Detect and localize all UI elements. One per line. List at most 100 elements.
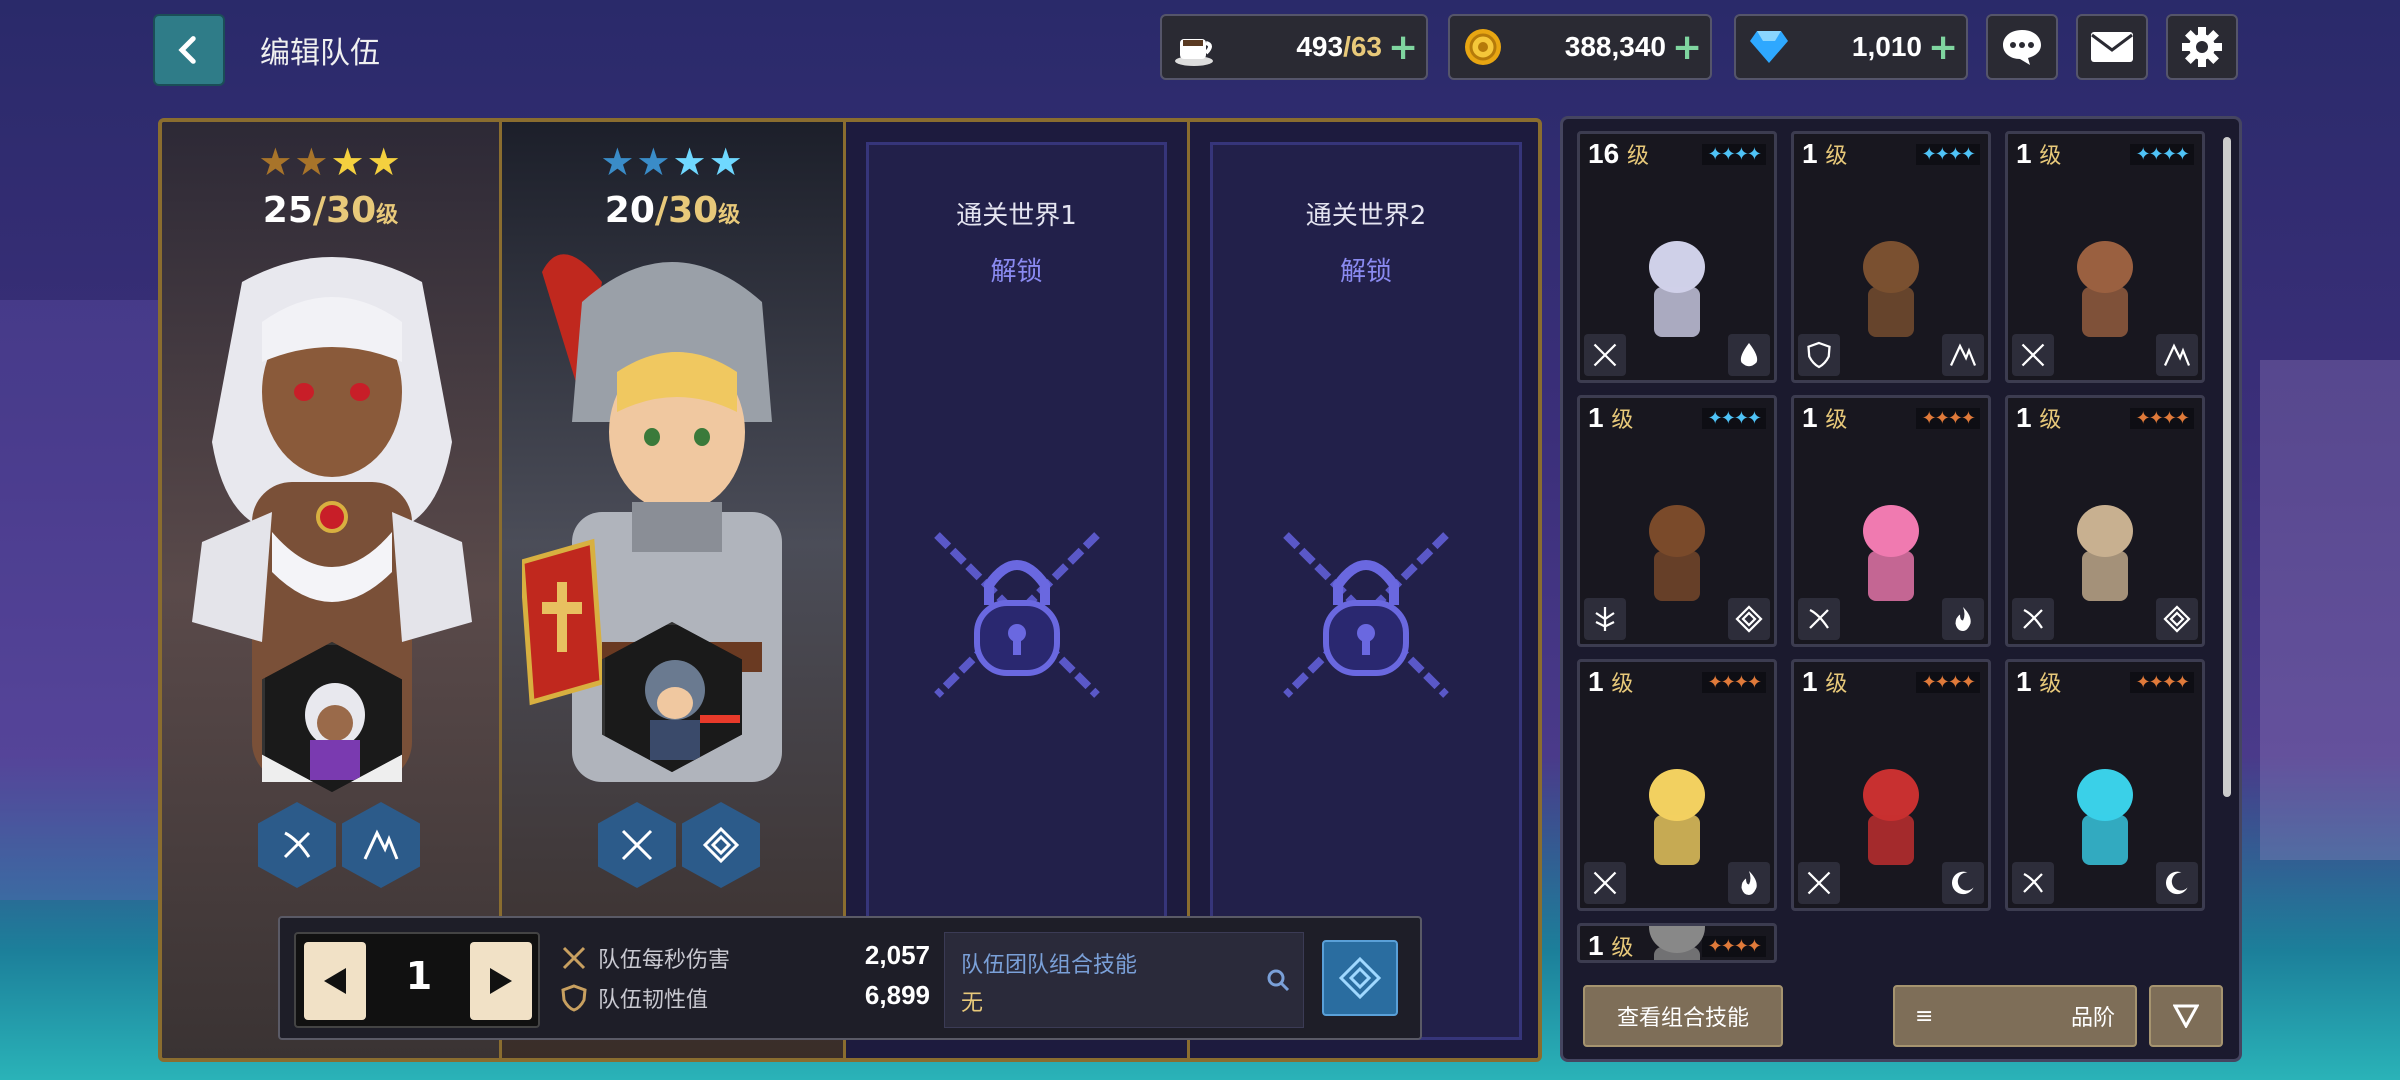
prev-team-button[interactable]	[304, 942, 366, 1020]
hero-card[interactable]: 1 级 ✦✦✦✦	[2005, 659, 2205, 911]
envelope-icon	[2091, 32, 2133, 62]
gem-counter: 1,010 +	[1734, 14, 1968, 80]
next-team-button[interactable]	[470, 942, 532, 1020]
chat-button[interactable]	[1986, 14, 2058, 80]
hero-card-level: 1 级	[1588, 666, 1634, 697]
gold-value: 388,340	[1564, 31, 1666, 62]
hero-card-stars: ✦✦✦✦	[1701, 144, 1766, 165]
crossed-swords-icon	[562, 946, 586, 970]
filter-button[interactable]	[2149, 985, 2223, 1047]
hero-card-stars: ✦✦✦✦	[1701, 408, 1766, 429]
bow-icon	[2012, 598, 2054, 640]
stamina-counter: 493/63 +	[1160, 14, 1428, 80]
stamina-current: 493	[1296, 31, 1344, 62]
chevron-left-icon	[178, 36, 196, 64]
padlock-chain-icon	[933, 532, 1100, 698]
hero-sprite	[1863, 504, 1919, 601]
sword-icon	[2012, 334, 2054, 376]
team-pager: 1	[294, 932, 540, 1028]
earth-icon	[363, 829, 399, 860]
toughness-value: 6,899	[864, 980, 930, 1010]
hero-card[interactable]: 1 级 ✦✦✦✦	[1577, 659, 1777, 911]
roster-scrollbar[interactable]	[2223, 137, 2231, 797]
chat-bubble-icon	[2003, 30, 2041, 65]
hero-card-level: 1 级	[2016, 402, 2062, 433]
hero-card-level: 1 级	[1802, 402, 1848, 433]
hero-sprite	[1649, 504, 1705, 601]
basic-icon	[2156, 598, 2198, 640]
hero-card-level: 1 级	[2016, 666, 2062, 697]
hero-2-stars: ★★★★	[600, 140, 745, 184]
shield-icon	[1798, 334, 1840, 376]
bow-icon	[283, 831, 311, 859]
hero-card[interactable]: 1 级 ✦✦✦✦	[1791, 395, 1991, 647]
sword-icon	[621, 829, 653, 861]
bow-icon	[1798, 598, 1840, 640]
combo-value: 无	[961, 991, 984, 1016]
add-stamina-button[interactable]: +	[1388, 27, 1418, 68]
triangle-left-icon	[324, 968, 346, 994]
hero-card-level: 1 级	[1802, 138, 1848, 169]
combo-skill-button[interactable]	[1322, 940, 1398, 1016]
add-gold-button[interactable]: +	[1672, 27, 1702, 68]
add-gems-button[interactable]: +	[1928, 27, 1958, 68]
gold-coin-icon	[1460, 24, 1506, 70]
triangle-right-icon	[490, 968, 512, 994]
unlock-label: 解锁	[990, 257, 1043, 287]
hero-card[interactable]: 1 级 ✦✦✦✦	[1577, 395, 1777, 647]
hero-1-role-badge	[258, 802, 336, 888]
hero-card-stars: ✦✦✦✦	[2129, 672, 2194, 693]
hero-2-level: 20/30级	[604, 190, 741, 231]
unlock-condition: 通关世界2	[1305, 201, 1427, 231]
hero-sprite	[2077, 240, 2133, 337]
hero-sprite	[2077, 768, 2133, 865]
hero-card-stars: ✦✦✦✦	[2129, 144, 2194, 165]
hero-card[interactable]: 16 级 ✦✦✦✦	[1577, 131, 1777, 383]
back-button[interactable]	[153, 14, 225, 86]
hero-2-role-badge	[598, 802, 676, 888]
view-combo-skills-button[interactable]: 查看组合技能	[1583, 985, 1783, 1047]
diamond-icon	[1746, 24, 1792, 70]
hero-sprite	[2077, 504, 2133, 601]
sword-icon	[1584, 334, 1626, 376]
unlock-condition: 通关世界1	[956, 201, 1077, 231]
hero-card[interactable]: 1 级 ✦✦✦✦	[2005, 395, 2205, 647]
sort-by-grade-button[interactable]: ≡ 品阶	[1893, 985, 2137, 1047]
dark-icon	[2156, 862, 2198, 904]
hero-card-level: 1 级	[1802, 666, 1848, 697]
hero-1-level: 25/30级	[262, 190, 399, 231]
triangle-down-icon	[2173, 1004, 2199, 1028]
sort-label: 品阶	[2070, 1006, 2115, 1031]
earth-icon	[1942, 334, 1984, 376]
sword-icon	[1584, 862, 1626, 904]
basic-icon	[1728, 598, 1770, 640]
stamina-max: 63	[1350, 31, 1382, 62]
settings-button[interactable]	[2166, 14, 2238, 80]
hero-card-stars: ✦✦✦✦	[1915, 672, 1980, 693]
coffee-cup-icon	[1172, 24, 1218, 70]
toughness-label: 队伍韧性值	[598, 988, 709, 1013]
team-combo-skill-box[interactable]: 队伍团队组合技能 无	[944, 932, 1304, 1028]
hero-card[interactable]: 1 级 ✦✦✦✦	[1577, 923, 1777, 963]
shield-icon	[561, 984, 587, 1012]
hero-card-level: 16 级	[1588, 138, 1649, 169]
hero-card-stars: ✦✦✦✦	[1915, 408, 1980, 429]
hero-1-stars: ★★★★	[258, 140, 403, 184]
basic-element-icon	[702, 826, 740, 864]
hero-roster-panel: 16 级 ✦✦✦✦ 1 级 ✦✦✦✦ 1 级 ✦✦✦✦ 1 级 ✦✦✦✦ 1 级 ✦✦✦✦ 1 级 ✦…	[1560, 116, 2242, 1062]
hero-card[interactable]: 1 级 ✦✦✦✦	[1791, 659, 1991, 911]
page-title: 编辑队伍	[260, 36, 380, 71]
hero-card[interactable]: 1 级 ✦✦✦✦	[2005, 131, 2205, 383]
combo-title: 队伍团队组合技能	[961, 953, 1138, 978]
hero-2-element-badge	[682, 802, 760, 888]
hero-card[interactable]: 1 级 ✦✦✦✦	[1791, 131, 1991, 383]
hero-sprite	[1863, 240, 1919, 337]
hero-card-stars: ✦✦✦✦	[1915, 144, 1980, 165]
hero-sprite	[1863, 768, 1919, 865]
gem-value: 1,010	[1851, 31, 1922, 62]
hero-sprite	[1649, 768, 1705, 865]
hero-card-level: 1 级	[1588, 402, 1634, 433]
earth-icon	[2156, 334, 2198, 376]
dark-icon	[1942, 862, 1984, 904]
mail-button[interactable]	[2076, 14, 2148, 80]
